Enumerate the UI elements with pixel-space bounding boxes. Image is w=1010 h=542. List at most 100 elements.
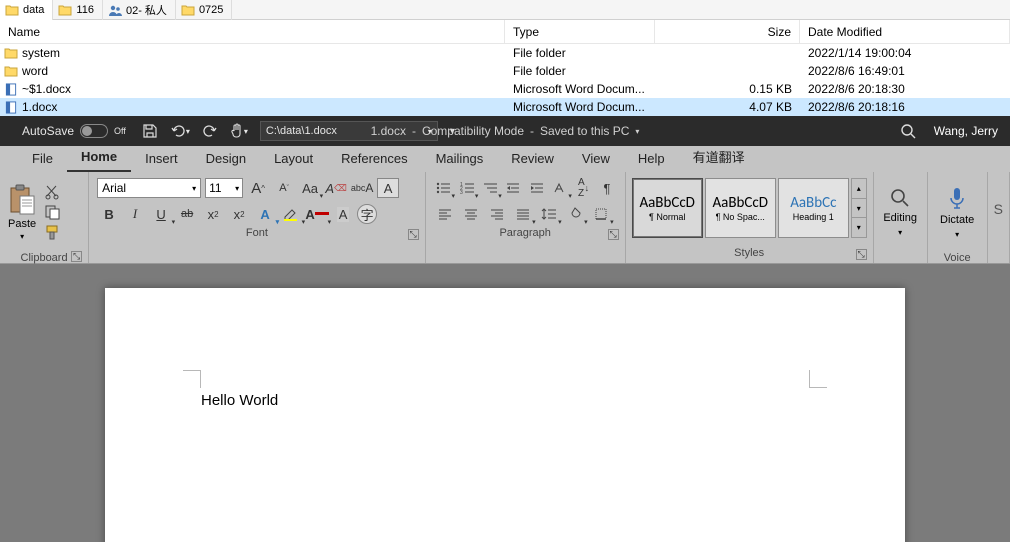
align-center-button[interactable] [460,204,482,224]
decrease-indent-button[interactable] [504,178,523,198]
style-card[interactable]: AaBbCcD¶ No Spac... [705,178,776,238]
undo-button[interactable]: ▾ [164,116,196,146]
align-right-button[interactable] [486,204,508,224]
voice-group-label: Voice [944,252,971,264]
redo-button[interactable] [196,116,224,146]
column-size[interactable]: Size [655,20,800,43]
numbering-button[interactable]: 123▾ [457,178,476,198]
copy-icon[interactable] [44,204,62,220]
enclose-characters-button[interactable]: 字 [357,204,377,224]
style-card[interactable]: AaBbCcHeading 1 [778,178,849,238]
show-marks-button[interactable]: ¶ [597,178,616,198]
title-status: Saved to this PC [540,124,629,138]
style-card[interactable]: AaBbCcD¶ Normal [632,178,703,238]
strikethrough-button[interactable]: ab [175,204,199,224]
font-name-select[interactable]: Arial▾ [97,178,201,198]
ribbon: Paste ▾ Clipboard⤡ Arial▾ 11▾ A^ Aˇ Aa▾ … [0,172,1010,264]
group-clipboard: Paste ▾ Clipboard⤡ [0,172,89,263]
bullets-button[interactable]: ▾ [434,178,453,198]
search-icon[interactable] [900,123,916,139]
touch-mode-button[interactable]: ▾ [224,116,254,146]
ribbon-tab-file[interactable]: File [18,147,67,172]
shading-button[interactable]: ▾ [564,204,586,224]
file-list-header: Name Type Size Date Modified [0,20,1010,44]
margin-marker-icon [183,370,201,388]
editing-label: Editing [883,212,917,224]
asian-layout-button[interactable]: ▾ [551,178,570,198]
grow-font-button[interactable]: A^ [247,178,269,198]
justify-button[interactable]: ▾ [512,204,534,224]
search-icon [890,188,910,208]
paste-label: Paste [8,218,36,230]
column-name[interactable]: Name [0,20,505,43]
superscript-button[interactable]: x2 [227,204,251,224]
ribbon-tab-view[interactable]: View [568,147,624,172]
increase-indent-button[interactable] [527,178,546,198]
styles-group-label: Styles [734,247,764,259]
italic-button[interactable]: I [123,204,147,224]
multilevel-list-button[interactable]: ▾ [480,178,499,198]
change-case-button[interactable]: Aa▾ [299,178,321,198]
underline-button[interactable]: U▾ [149,204,173,224]
format-painter-icon[interactable] [44,224,62,240]
dialog-launcher-icon[interactable]: ⤡ [71,251,82,262]
group-voice: Dictate▾ Voice [928,172,988,263]
editing-button[interactable]: Editing▾ [871,176,929,248]
ribbon-tab-layout[interactable]: Layout [260,147,327,172]
highlight-button[interactable]: ▾ [279,204,303,224]
borders-button[interactable]: ▾ [590,204,612,224]
character-border-button[interactable]: A [377,178,399,198]
hand-icon [230,123,244,139]
character-shading-button[interactable]: A [331,204,355,224]
font-group-label: Font [246,227,268,239]
clipboard-group-label: Clipboard [21,252,68,264]
styles-more-button[interactable]: ▴▾▾ [851,178,867,238]
shrink-font-button[interactable]: Aˇ [273,178,295,198]
sort-button[interactable]: AZ↓ [574,178,593,198]
file-row[interactable]: 1.docxMicrosoft Word Docum...4.07 KB2022… [0,98,1010,116]
ribbon-tab-home[interactable]: Home [67,145,131,172]
ribbon-tab-help[interactable]: Help [624,147,679,172]
font-size-select[interactable]: 11▾ [205,178,243,198]
file-rows: systemFile folder2022/1/14 19:00:04wordF… [0,44,1010,116]
autosave-toggle[interactable]: AutoSave Off [16,116,136,146]
subscript-button[interactable]: x2 [201,204,225,224]
ribbon-tab-review[interactable]: Review [497,147,568,172]
file-row[interactable]: ~$1.docxMicrosoft Word Docum...0.15 KB20… [0,80,1010,98]
document-area[interactable]: Hello World [0,264,1010,542]
dialog-launcher-icon[interactable]: ⤡ [856,249,867,260]
ribbon-tab-insert[interactable]: Insert [131,147,192,172]
column-date[interactable]: Date Modified [800,20,1010,43]
ribbon-tab-mailings[interactable]: Mailings [422,147,498,172]
redo-icon [202,123,218,139]
file-row[interactable]: wordFile folder2022/8/6 16:49:01 [0,62,1010,80]
dialog-launcher-icon[interactable]: ⤡ [608,229,619,240]
phonetic-guide-button[interactable]: abcA [351,178,373,198]
clear-formatting-button[interactable]: A⌫ [325,178,347,198]
line-spacing-button[interactable]: ▾ [538,204,560,224]
file-row[interactable]: systemFile folder2022/1/14 19:00:04 [0,44,1010,62]
dialog-launcher-icon[interactable]: ⤡ [408,229,419,240]
cut-icon[interactable] [44,184,62,200]
font-color-button[interactable]: A▾ [305,204,329,224]
save-button[interactable] [136,116,164,146]
align-left-button[interactable] [434,204,456,224]
dictate-button[interactable]: Dictate▾ [928,176,986,248]
undo-icon [170,123,186,139]
page[interactable]: Hello World [105,288,905,542]
ribbon-tab-design[interactable]: Design [192,147,260,172]
explorer-tab[interactable]: 02- 私人 [103,0,176,20]
text-effects-button[interactable]: A▾ [253,204,277,224]
column-type[interactable]: Type [505,20,655,43]
explorer-tab[interactable]: data [0,0,53,20]
paste-button[interactable]: Paste ▾ [6,176,38,248]
explorer-tab[interactable]: 0725 [176,0,232,20]
explorer-tab[interactable]: 116 [53,0,103,20]
document-text[interactable]: Hello World [201,392,278,409]
user-name[interactable]: Wang, Jerry [934,124,998,138]
microphone-icon [947,186,967,210]
bold-button[interactable]: B [97,204,121,224]
explorer-tabs: data11602- 私人0725 [0,0,1010,20]
ribbon-tab-有道翻译[interactable]: 有道翻译 [679,143,759,172]
ribbon-tab-references[interactable]: References [327,147,421,172]
